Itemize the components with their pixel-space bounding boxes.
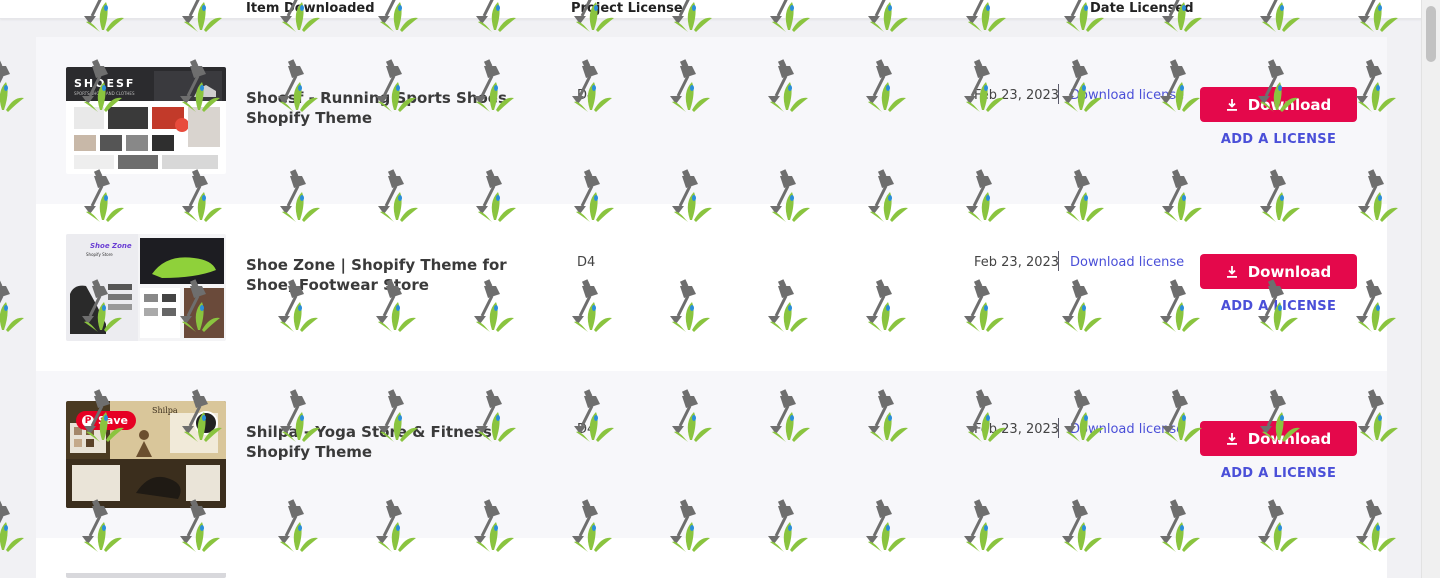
item-thumbnail[interactable] <box>66 568 226 578</box>
date-licensed: Feb 23, 2023 <box>974 255 1060 270</box>
vertical-scrollbar[interactable] <box>1421 0 1440 578</box>
thumb-tagline-text: Shopify Store <box>86 252 113 257</box>
add-license-link[interactable]: ADD A LICENSE <box>1200 132 1357 147</box>
watermark-mark <box>0 277 26 334</box>
shoezone-thumbnail-image: Shoe Zone Shopify Store <box>66 234 226 341</box>
watermark-mark <box>0 497 26 554</box>
download-icon <box>1226 432 1237 445</box>
download-license-link[interactable]: Download license <box>1070 255 1184 270</box>
project-license-code: D4 <box>577 422 596 437</box>
project-license-code: D4 <box>577 255 596 270</box>
column-header-license: Project License <box>571 1 683 16</box>
item-title: Shoesf - Running Sports Shoes Shopify Th… <box>246 89 507 127</box>
add-license-link[interactable]: ADD A LICENSE <box>1200 299 1357 314</box>
thumb-brand-text: Shilpa <box>152 406 178 415</box>
partial-thumbnail-image <box>66 573 226 578</box>
download-button-label: Download <box>1247 262 1332 281</box>
download-button[interactable]: Download <box>1200 87 1357 122</box>
divider <box>1058 418 1059 438</box>
item-title: Shoe Zone | Shopify Theme for Shoe, Foot… <box>246 256 507 294</box>
thumb-brand-text: Shoe Zone <box>90 242 132 250</box>
pinterest-save-label: Save <box>98 414 128 427</box>
watermark-mark <box>0 57 26 114</box>
column-header-item: Item Downloaded <box>246 1 375 16</box>
shoesf-thumbnail-image: SHOESF SPORTS SHOES AND CLOTHES <box>66 67 226 174</box>
date-licensed: Feb 23, 2023 <box>974 88 1060 103</box>
thumb-tagline-text: SPORTS SHOES AND CLOTHES <box>74 91 135 96</box>
download-button-label: Download <box>1247 95 1332 114</box>
divider <box>1058 84 1059 104</box>
divider <box>1058 251 1059 271</box>
pinterest-save-button[interactable]: P Save <box>76 411 136 430</box>
item-title: Shilpa - Yoga Store & Fitness Shopify Th… <box>246 423 492 461</box>
download-license-link[interactable]: Download license <box>1070 88 1184 103</box>
download-icon <box>1226 98 1237 111</box>
thumb-brand-text: SHOESF <box>74 77 135 90</box>
table-row: SHOESF SPORTS SHOES AND CLOTHES Shoesf -… <box>36 37 1387 204</box>
download-icon <box>1226 265 1237 278</box>
date-licensed: Feb 23, 2023 <box>974 422 1060 437</box>
table-row: Shoe Zone Shopify Store Shoe Zone | Shop… <box>36 204 1387 371</box>
table-row <box>36 538 1387 578</box>
download-button[interactable]: Download <box>1200 254 1357 289</box>
table-row: Shilpa P Save Shilpa - Yoga Store & Fitn… <box>36 371 1387 538</box>
download-license-link[interactable]: Download license <box>1070 422 1184 437</box>
scrollbar-thumb[interactable] <box>1426 6 1436 62</box>
licenses-page: Item Downloaded Project License Date Lic… <box>0 0 1440 578</box>
download-button-label: Download <box>1247 429 1332 448</box>
pinterest-icon: P <box>82 414 94 427</box>
item-thumbnail[interactable]: SHOESF SPORTS SHOES AND CLOTHES <box>66 67 226 174</box>
table-header: Item Downloaded Project License Date Lic… <box>0 0 1422 19</box>
overlay-action-icon[interactable] <box>194 411 218 435</box>
item-thumbnail[interactable]: Shoe Zone Shopify Store <box>66 234 226 341</box>
download-button[interactable]: Download <box>1200 421 1357 456</box>
column-header-date: Date Licensed <box>1090 1 1194 16</box>
project-license-code: D4 <box>577 88 596 103</box>
item-thumbnail[interactable]: Shilpa P Save <box>66 401 226 508</box>
add-license-link[interactable]: ADD A LICENSE <box>1200 466 1357 481</box>
